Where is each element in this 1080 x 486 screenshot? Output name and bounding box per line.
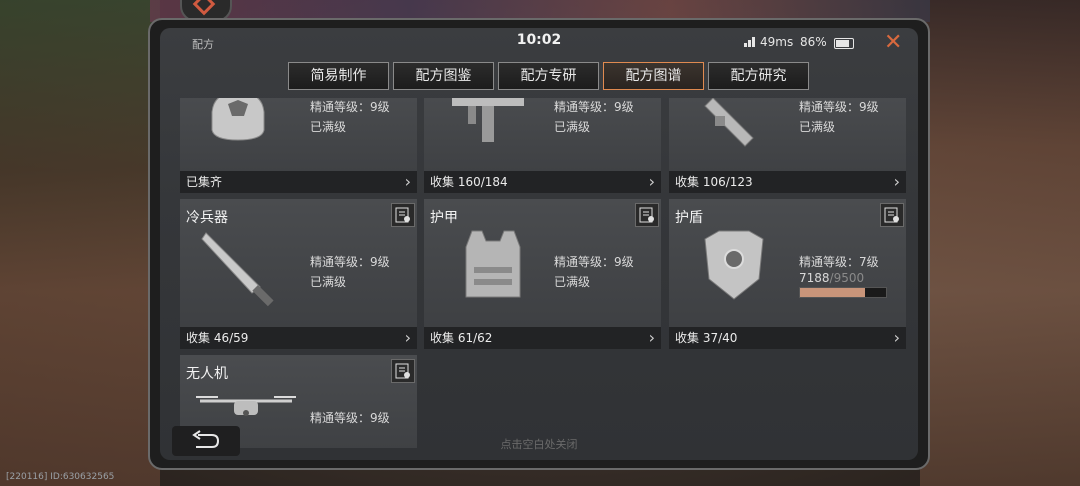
blueprint-icon[interactable] <box>635 203 659 227</box>
blueprint-icon[interactable] <box>391 203 415 227</box>
card-level: 精通等级：9级 <box>310 100 390 114</box>
card-melee[interactable]: 冷兵器 精通等级：9级 已满级 收集 46/59 › <box>180 199 417 349</box>
card-footer[interactable]: 收集 160/184 › <box>424 171 661 193</box>
tab-recipe-research[interactable]: 配方研究 <box>708 62 809 90</box>
card-launcher[interactable]: 精通等级：9级 已满级 收集 106/123 › <box>669 98 906 193</box>
recipe-grid: 精通等级：9级 已满级 已集齐 › 精通等级：9级 已满级 收集 160/184… <box>180 98 906 448</box>
card-helmet[interactable]: 精通等级：9级 已满级 已集齐 › <box>180 98 417 193</box>
collection-count: 收集 37/40 <box>675 331 738 345</box>
card-level: 精通等级：9级 <box>310 411 390 425</box>
card-footer[interactable]: 收集 106/123 › <box>669 171 906 193</box>
armor-vest-icon <box>465 230 521 298</box>
card-title: 冷兵器 <box>186 210 228 226</box>
mastery-progress-bar <box>799 287 887 298</box>
tablet-frame: 配方 10:02 49ms 86% ✕ 简易制作 配方图鉴 配方专研 配方图谱 … <box>148 18 930 470</box>
card-armor[interactable]: 护甲 精通等级：9级 已满级 收集 61/62 › <box>424 199 661 349</box>
tab-recipe-atlas[interactable]: 配方图谱 <box>603 62 704 90</box>
chevron-right-icon: › <box>404 328 411 347</box>
background-right <box>920 0 1080 486</box>
tablet-screen: 配方 10:02 49ms 86% ✕ 简易制作 配方图鉴 配方专研 配方图谱 … <box>160 28 918 460</box>
card-title: 护盾 <box>675 210 703 226</box>
close-hint: 点击空白处关闭 <box>500 438 578 451</box>
card-status: 已满级 <box>554 120 591 134</box>
card-status: 已满级 <box>310 120 347 134</box>
close-icon[interactable]: ✕ <box>884 30 902 55</box>
knife-icon <box>201 232 274 307</box>
card-level: 精通等级：9级 <box>799 100 879 114</box>
collection-count: 收集 106/123 <box>675 175 753 189</box>
card-footer[interactable]: 已集齐 › <box>180 171 417 193</box>
tab-recipe-catalog[interactable]: 配方图鉴 <box>393 62 494 90</box>
card-level: 精通等级：9级 <box>554 100 634 114</box>
blueprint-icon[interactable] <box>391 359 415 383</box>
chevron-right-icon: › <box>893 328 900 347</box>
player-id: [220116] ID:630632565 <box>6 472 115 482</box>
tab-bar: 简易制作 配方图鉴 配方专研 配方图谱 配方研究 <box>288 62 809 90</box>
card-status: 已满级 <box>799 120 836 134</box>
blueprint-icon[interactable] <box>880 203 904 227</box>
signal-icon <box>744 37 758 47</box>
mastery-progress-text: 7188/9500 <box>799 271 865 285</box>
tab-simple-craft[interactable]: 简易制作 <box>288 62 389 90</box>
smg-icon <box>452 98 524 142</box>
battery-percent: 86% <box>800 35 827 49</box>
card-shield[interactable]: 护盾 精通等级：7级 7188/9500 收集 37/40 › <box>669 199 906 349</box>
tab-recipe-study[interactable]: 配方专研 <box>498 62 599 90</box>
collection-count: 收集 61/62 <box>430 331 493 345</box>
collection-count: 收集 160/184 <box>430 175 508 189</box>
chevron-right-icon: › <box>648 328 655 347</box>
card-footer[interactable]: 收集 46/59 › <box>180 327 417 349</box>
chevron-right-icon: › <box>648 172 655 191</box>
chevron-right-icon: › <box>893 172 900 191</box>
card-smg[interactable]: 精通等级：9级 已满级 收集 160/184 › <box>424 98 661 193</box>
shield-chestplate-icon <box>704 230 764 300</box>
ping-value: 49ms <box>760 35 794 49</box>
card-footer[interactable]: 收集 37/40 › <box>669 327 906 349</box>
card-footer[interactable]: 收集 61/62 › <box>424 327 661 349</box>
status-bar: 配方 10:02 49ms 86% ✕ <box>160 28 918 56</box>
card-level: 精通等级：9级 <box>554 255 634 269</box>
card-level: 精通等级：9级 <box>310 255 390 269</box>
card-title: 护甲 <box>430 210 458 226</box>
helmet-icon <box>211 98 265 141</box>
card-status: 已满级 <box>554 275 591 289</box>
background-left <box>0 0 160 486</box>
card-status: 已满级 <box>310 275 347 289</box>
collection-count: 已集齐 <box>186 175 223 189</box>
launcher-icon <box>704 98 754 147</box>
card-title: 无人机 <box>186 366 228 382</box>
collection-count: 收集 46/59 <box>186 331 249 345</box>
chevron-right-icon: › <box>404 172 411 191</box>
card-level: 精通等级：7级 <box>799 255 879 269</box>
battery-icon <box>834 38 854 49</box>
drone-icon <box>196 396 296 416</box>
